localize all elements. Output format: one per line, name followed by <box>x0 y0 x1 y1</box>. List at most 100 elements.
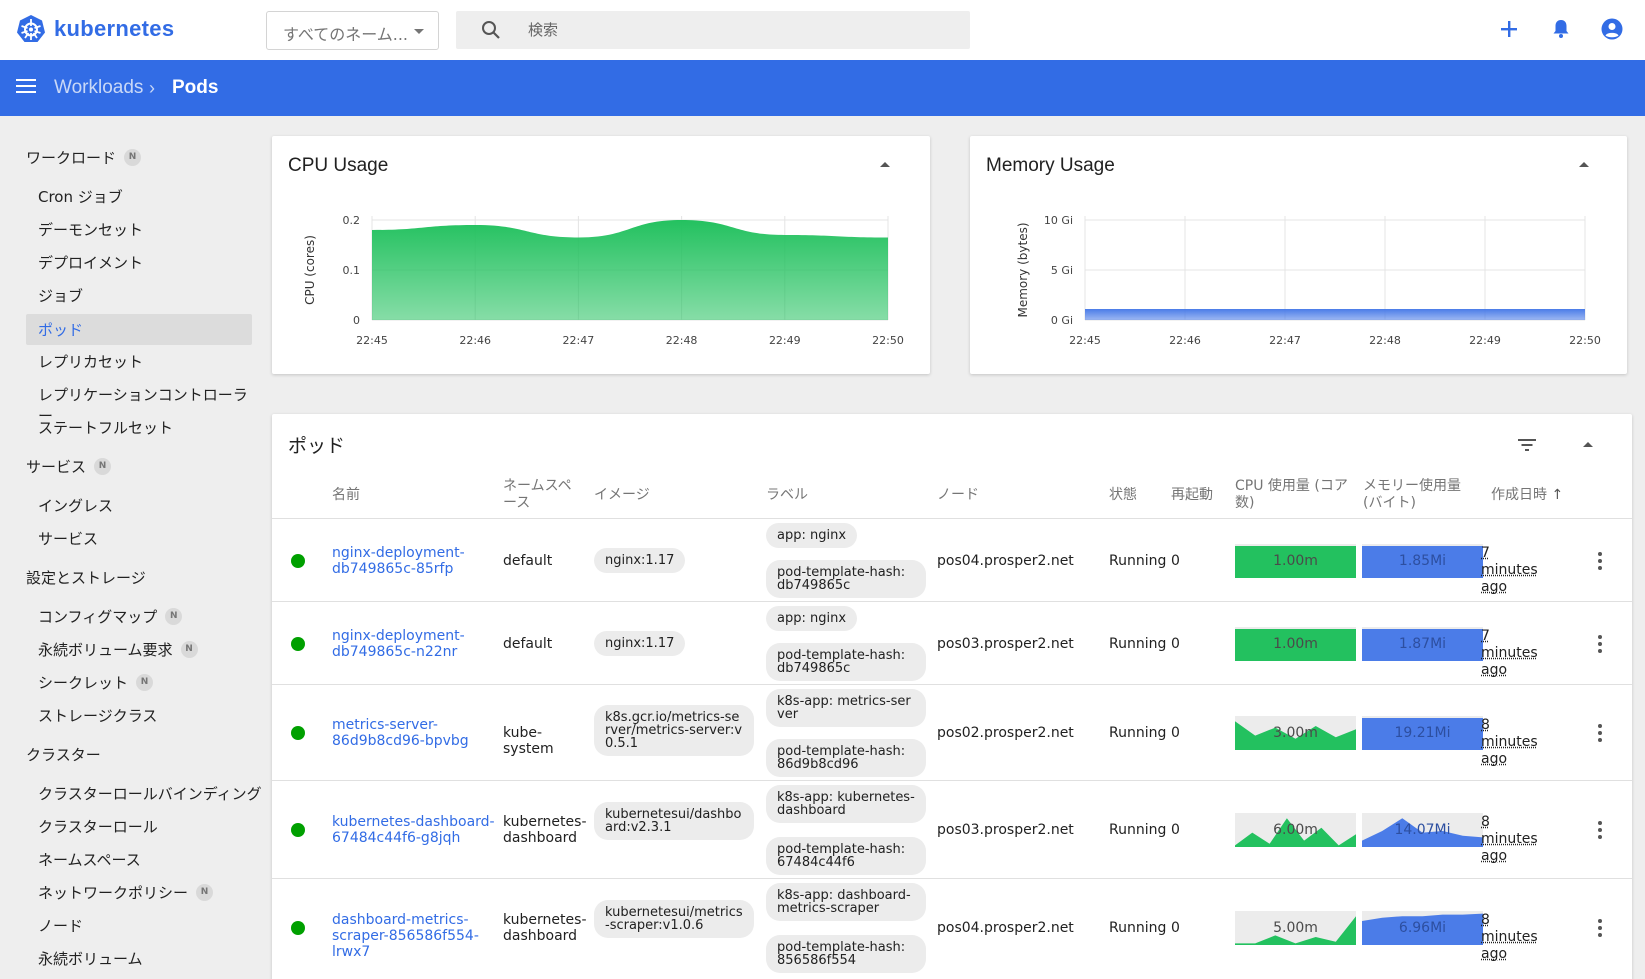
table-row[interactable]: nginx-deployment-db749865c-85rfp default… <box>272 518 1632 601</box>
pod-age[interactable]: 7 minutes ago <box>1481 628 1551 679</box>
namespaced-badge: N <box>124 149 141 166</box>
card-title: CPU Usage <box>288 155 388 177</box>
pod-status: Running <box>1109 636 1166 652</box>
bell-icon <box>1552 19 1570 39</box>
series-area <box>1085 309 1585 320</box>
breadcrumb-bar: Workloads › Pods <box>0 60 1645 116</box>
collapse-icon[interactable] <box>1583 442 1593 447</box>
x-tick-label: 22:48 <box>1369 334 1401 347</box>
sidebar-section-service[interactable]: サービス N <box>26 456 111 477</box>
sidebar-item-daemonsets[interactable]: デーモンセット <box>38 219 143 240</box>
pod-name-link[interactable]: kubernetes-dashboard-67484c44f6-g8jqh <box>332 814 497 846</box>
sidebar-section-label: ワークロード <box>26 147 116 168</box>
sidebar-section-workloads[interactable]: ワークロード N <box>26 147 141 168</box>
cpu-sparkline: 6.00m <box>1235 813 1356 847</box>
pod-age[interactable]: 8 minutes ago <box>1481 717 1551 768</box>
namespace-select[interactable]: すべてのネーム... <box>266 11 439 50</box>
chevron-down-icon <box>414 29 424 34</box>
sidebar-item-clusterroles[interactable]: クラスターロール <box>38 816 158 837</box>
label-chip: pod-template-hash: 856586f554 <box>766 935 926 973</box>
more-vert-icon[interactable] <box>1597 552 1603 572</box>
sidebar-item-services[interactable]: サービス <box>38 528 98 549</box>
sidebar-item-pvcs[interactable]: 永続ボリューム要求 N <box>38 639 198 660</box>
pod-age[interactable]: 8 minutes ago <box>1481 814 1551 865</box>
more-vert-icon[interactable] <box>1597 635 1603 655</box>
pod-age[interactable]: 8 minutes ago <box>1481 912 1551 963</box>
menu-icon[interactable] <box>16 78 36 94</box>
sidebar-item-persistentvolumes[interactable]: 永続ボリューム <box>38 948 143 969</box>
more-vert-icon[interactable] <box>1597 919 1603 939</box>
status-running-icon <box>291 637 305 651</box>
sidebar-item-nodes[interactable]: ノード <box>38 915 83 936</box>
label-chip: pod-template-hash: 67484c44f6 <box>766 837 926 875</box>
create-button[interactable] <box>1494 14 1524 44</box>
pod-name-link[interactable]: nginx-deployment-db749865c-85rfp <box>332 545 497 577</box>
pod-name-link[interactable]: dashboard-metrics-scraper-856586f554-lrw… <box>332 912 497 960</box>
sidebar: ワークロード N Cron ジョブ デーモンセット デプロイメント ジョブ ポッ… <box>0 116 262 979</box>
table-row[interactable]: metrics-server-86d9b8cd96-bpvbg kube-sys… <box>272 684 1632 780</box>
account-button[interactable] <box>1597 14 1627 44</box>
namespace-select-value: すべてのネーム... <box>283 25 408 44</box>
namespaced-badge: N <box>94 458 111 475</box>
pod-age[interactable]: 7 minutes ago <box>1481 545 1551 596</box>
pod-status: Running <box>1109 822 1166 838</box>
sidebar-item-cronjobs[interactable]: Cron ジョブ <box>38 186 123 207</box>
column-header-namespace[interactable]: ネームスペース <box>503 478 585 512</box>
search-input[interactable] <box>528 11 948 49</box>
column-header-created[interactable]: 作成日時 ↑ <box>1491 487 1563 504</box>
x-tick-label: 22:49 <box>769 334 801 347</box>
image-chip: k8s.gcr.io/metrics-server/metrics-server… <box>594 705 754 756</box>
sidebar-item-namespaces[interactable]: ネームスペース <box>38 849 141 870</box>
sidebar-item-clusterrolebindings[interactable]: クラスターロールバインディング <box>38 783 262 804</box>
y-tick-label: 0 Gi <box>1051 314 1073 327</box>
pod-node: pos03.prosper2.net <box>937 822 1074 838</box>
kubernetes-logo-icon <box>16 14 46 44</box>
cpu-sparkline: 1.00m <box>1235 544 1356 578</box>
namespaced-badge: N <box>165 608 182 625</box>
status-running-icon <box>291 726 305 740</box>
sidebar-item-statefulsets[interactable]: ステートフルセット <box>38 417 173 438</box>
image-chip: nginx:1.17 <box>594 631 685 656</box>
column-header-name[interactable]: 名前 <box>332 487 360 504</box>
notifications-button[interactable] <box>1546 14 1576 44</box>
sidebar-item-deployments[interactable]: デプロイメント <box>38 252 143 273</box>
column-header-restarts[interactable]: 再起動 <box>1171 487 1213 504</box>
collapse-icon[interactable] <box>880 162 890 167</box>
x-tick-label: 22:47 <box>563 334 595 347</box>
pod-name-link[interactable]: metrics-server-86d9b8cd96-bpvbg <box>332 717 497 749</box>
sidebar-item-storageclasses[interactable]: ストレージクラス <box>38 705 157 726</box>
sidebar-item-secrets[interactable]: シークレット N <box>38 672 153 693</box>
more-vert-icon[interactable] <box>1597 821 1603 841</box>
x-tick-label: 22:49 <box>1469 334 1501 347</box>
sidebar-section-cluster[interactable]: クラスター <box>26 744 101 765</box>
column-header-labels: ラベル <box>766 487 808 504</box>
pod-restarts: 0 <box>1171 553 1180 569</box>
cpu-value: 1.00m <box>1235 627 1356 661</box>
sidebar-item-pods[interactable]: ポッド <box>26 314 252 345</box>
label-chip: k8s-app: dashboard-metrics-scraper <box>766 883 926 921</box>
table-row[interactable]: dashboard-metrics-scraper-856586f554-lrw… <box>272 878 1632 976</box>
y-tick-label: 0.1 <box>343 264 361 277</box>
app-logo[interactable]: kubernetes <box>16 14 174 44</box>
pod-namespace: kube-system <box>503 725 585 757</box>
sidebar-item-networkpolicies[interactable]: ネットワークポリシー N <box>38 882 213 903</box>
sidebar-item-replicasets[interactable]: レプリカセット <box>38 351 143 372</box>
y-tick-label: 10 Gi <box>1044 214 1073 227</box>
more-vert-icon[interactable] <box>1597 724 1603 744</box>
sidebar-item-configmaps[interactable]: コンフィグマップ N <box>38 606 182 627</box>
sidebar-item-ingresses[interactable]: イングレス <box>38 495 113 516</box>
sidebar-item-label: コンフィグマップ <box>38 606 157 627</box>
collapse-icon[interactable] <box>1579 162 1589 167</box>
column-header-node[interactable]: ノード <box>937 487 979 504</box>
filter-icon[interactable] <box>1518 438 1536 452</box>
column-header-status[interactable]: 状態 <box>1109 487 1137 504</box>
sidebar-item-jobs[interactable]: ジョブ <box>38 285 83 306</box>
pod-name-link[interactable]: nginx-deployment-db749865c-n22nr <box>332 628 497 660</box>
breadcrumb-workloads[interactable]: Workloads <box>54 77 143 99</box>
sidebar-section-config-storage[interactable]: 設定とストレージ <box>26 567 146 588</box>
table-row[interactable]: nginx-deployment-db749865c-n22nr default… <box>272 601 1632 684</box>
table-row[interactable]: kubernetes-dashboard-67484c44f6-g8jqh ku… <box>272 780 1632 878</box>
image-chip: nginx:1.17 <box>594 548 685 573</box>
pod-namespace: kubernetes-dashboard <box>503 814 585 846</box>
x-tick-label: 22:46 <box>459 334 491 347</box>
